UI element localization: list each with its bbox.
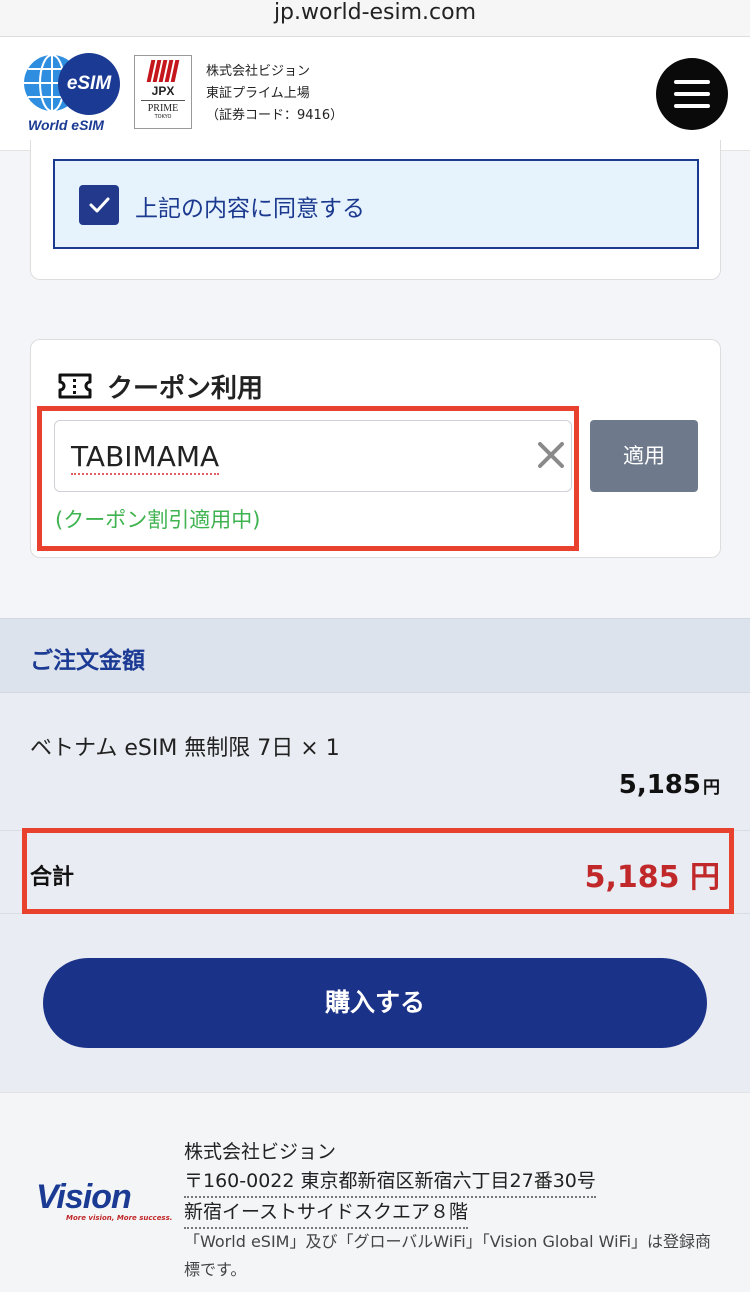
footer-address-line2[interactable]: 新宿イーストサイドスクエア８階 — [184, 1198, 469, 1229]
menu-button[interactable] — [656, 58, 728, 130]
order-header: ご注文金額 — [0, 618, 750, 693]
esim-badge: eSIM — [58, 53, 120, 115]
order-item-currency: 円 — [703, 778, 720, 798]
vision-tagline: More vision, More success. — [66, 1214, 173, 1222]
jpx-label: JPX — [151, 84, 175, 98]
jpx-prime-label: PRIME — [147, 103, 179, 114]
order-title: ご注文金額 — [30, 648, 145, 674]
order-item-price: 5,185 円 — [619, 770, 720, 800]
company-stock-code: （証券コード：9416） — [206, 108, 344, 123]
world-esim-wordmark: World eSIM — [28, 117, 104, 133]
agree-checkbox[interactable] — [79, 185, 119, 225]
footer-trademark-note: 「World eSIM」及び「グローバルWiFi」「Vision Global … — [184, 1232, 712, 1279]
jpx-tokyo-label: TOKYO — [154, 114, 172, 120]
footer-company-name: 株式会社ビジョン — [184, 1141, 337, 1163]
coupon-apply-button[interactable]: 適用 — [590, 420, 698, 492]
site-header: eSIM World eSIM JPX PRIME TOKYO 株式会社ビジョン… — [0, 37, 750, 151]
total-highlight-box — [22, 828, 734, 914]
url-text: jp.world-esim.com — [273, 0, 477, 25]
company-name: 株式会社ビジョン — [206, 64, 311, 79]
vision-wordmark: Vision — [36, 1178, 132, 1216]
agree-label[interactable]: 上記の内容に同意する — [135, 189, 365, 223]
order-item-name: ベトナム eSIM 無制限 7日 × 1 — [30, 736, 340, 761]
company-listing: 東証プライム上場 — [206, 86, 310, 101]
jpx-mark-icon — [146, 60, 180, 82]
ticket-icon — [58, 373, 92, 399]
coupon-highlight-box — [37, 406, 579, 551]
agreement-panel: 上記の内容に同意する — [30, 140, 721, 280]
agreement-box[interactable]: 上記の内容に同意する — [53, 159, 699, 249]
checkbox-check-icon — [89, 197, 110, 213]
company-info: 株式会社ビジョン 東証プライム上場 （証券コード：9416） — [206, 61, 343, 127]
browser-url-bar[interactable]: jp.world-esim.com — [0, 0, 750, 37]
vision-logo[interactable]: Vision More vision, More success. — [36, 1178, 173, 1230]
coupon-title: クーポン利用 — [107, 374, 264, 404]
purchase-button[interactable]: 購入する — [43, 958, 707, 1048]
footer-address-line1[interactable]: 〒160-0022 東京都新宿区新宿六丁目27番30号 — [184, 1167, 596, 1198]
jpx-divider — [141, 100, 185, 101]
jpx-prime-badge: JPX PRIME TOKYO — [134, 55, 192, 129]
order-item-amount: 5,185 — [618, 770, 701, 800]
world-esim-logo[interactable]: eSIM World eSIM — [22, 53, 122, 133]
footer-address[interactable]: 〒160-0022 東京都新宿区新宿六丁目27番30号 新宿イーストサイドスクエ… — [184, 1167, 596, 1229]
